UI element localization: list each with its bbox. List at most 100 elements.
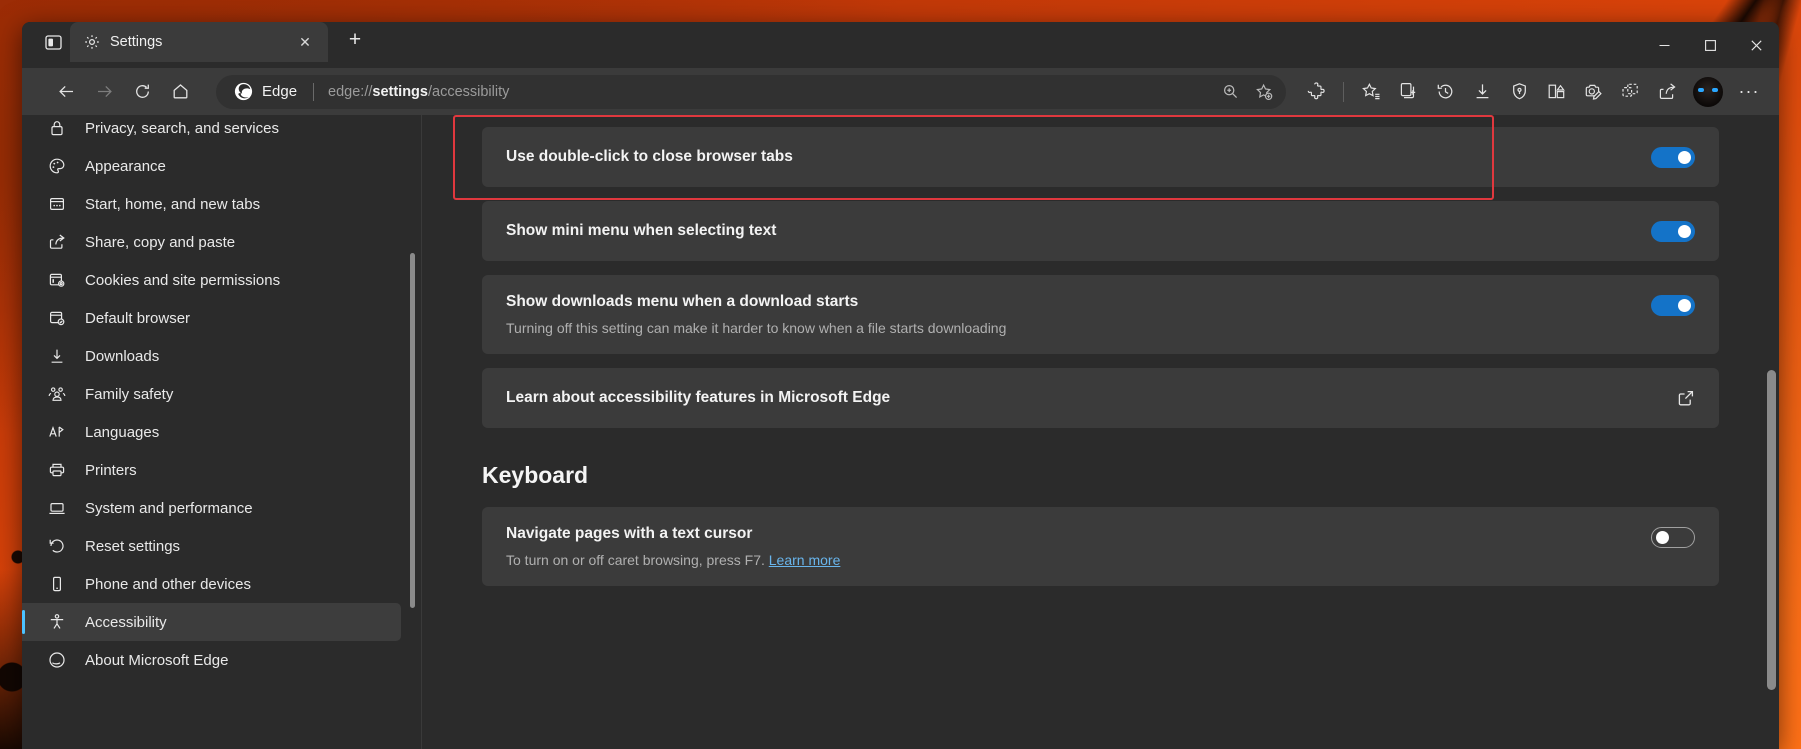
sidebar-item-label: Start, home, and new tabs	[85, 196, 260, 213]
learn-more-link[interactable]: Learn more	[769, 552, 841, 568]
settings-sidebar: Privacy, search, and services Appearance	[22, 115, 422, 749]
sidebar-item-label: Languages	[85, 424, 159, 441]
sidebar-item-label: Share, copy and paste	[85, 234, 235, 251]
sidebar-item-label: Cookies and site permissions	[85, 272, 280, 289]
browser-essentials-icon[interactable]	[1501, 74, 1537, 110]
page-scrollbar-track[interactable]	[1764, 115, 1779, 749]
browser-toolbar: Edge edge://settings/accessibility	[22, 68, 1779, 115]
reset-icon	[46, 535, 68, 557]
external-link-icon[interactable]	[1677, 389, 1695, 407]
tab-close-button[interactable]: ✕	[292, 29, 318, 55]
edge-icon	[46, 649, 68, 671]
sidebar-item-label: Printers	[85, 462, 137, 479]
tab-actions-icon[interactable]	[36, 25, 70, 59]
sidebar-item-start-home[interactable]: Start, home, and new tabs	[22, 185, 401, 223]
sidebar-item-system-performance[interactable]: System and performance	[22, 489, 401, 527]
new-tab-button[interactable]: +	[338, 23, 372, 57]
sidebar-item-family-safety[interactable]: Family safety	[22, 375, 401, 413]
link-title: Learn about accessibility features in Mi…	[506, 389, 1661, 407]
phone-icon	[46, 573, 68, 595]
setting-title: Use double-click to close browser tabs	[506, 148, 1635, 166]
setting-row-caret-browsing[interactable]: Navigate pages with a text cursor To tur…	[482, 507, 1719, 586]
sidebar-item-label: System and performance	[85, 500, 253, 517]
screenshot-icon[interactable]	[1575, 74, 1611, 110]
sidebar-item-about-edge[interactable]: About Microsoft Edge	[22, 641, 401, 679]
section-heading-keyboard: Keyboard	[482, 462, 1719, 489]
setting-description: Turning off this setting can make it har…	[506, 320, 1635, 336]
edge-icon	[234, 82, 253, 101]
tab-strip: Settings ✕ +	[22, 22, 1779, 68]
cookie-gear-icon	[46, 269, 68, 291]
sidebar-item-label: Phone and other devices	[85, 576, 251, 593]
sidebar-item-accessibility[interactable]: Accessibility	[22, 603, 401, 641]
forward-arrow-icon[interactable]	[86, 74, 122, 110]
setting-title: Show mini menu when selecting text	[506, 222, 1635, 240]
back-arrow-icon[interactable]	[48, 74, 84, 110]
sidebar-item-reset-settings[interactable]: Reset settings	[22, 527, 401, 565]
sidebar-item-printers[interactable]: Printers	[22, 451, 401, 489]
zoom-in-icon[interactable]	[1214, 76, 1246, 108]
edge-brand-badge: Edge	[234, 82, 297, 101]
copilot-icon[interactable]	[1612, 74, 1648, 110]
maximize-button[interactable]	[1687, 22, 1733, 68]
settings-content: Use double-click to close browser tabs S…	[422, 115, 1779, 749]
refresh-icon[interactable]	[124, 74, 160, 110]
url-bold: settings	[372, 84, 428, 100]
sidebar-item-label: About Microsoft Edge	[85, 652, 228, 669]
page-scrollbar-thumb[interactable]	[1767, 370, 1776, 690]
palette-icon	[46, 155, 68, 177]
share-icon[interactable]	[1649, 74, 1685, 110]
sidebar-item-label: Reset settings	[85, 538, 180, 555]
toolbar-divider	[1343, 82, 1344, 102]
accessibility-icon	[46, 611, 68, 633]
setting-description: To turn on or off caret browsing, press …	[506, 552, 1635, 568]
add-favorite-icon[interactable]	[1248, 76, 1280, 108]
sidebar-item-cookies[interactable]: Cookies and site permissions	[22, 261, 401, 299]
tab-title: Settings	[110, 34, 282, 50]
sidebar-item-share-copy-paste[interactable]: Share, copy and paste	[22, 223, 401, 261]
sidebar-item-label: Privacy, search, and services	[85, 120, 279, 137]
sidebar-item-appearance[interactable]: Appearance	[22, 147, 401, 185]
sidebar-item-downloads[interactable]: Downloads	[22, 337, 401, 375]
sidebar-item-phone-devices[interactable]: Phone and other devices	[22, 565, 401, 603]
close-window-button[interactable]	[1733, 22, 1779, 68]
browser-check-icon	[46, 307, 68, 329]
url-prefix: edge://	[328, 84, 372, 100]
minimize-button[interactable]	[1641, 22, 1687, 68]
setting-title: Show downloads menu when a download star…	[506, 293, 1635, 311]
window-dots-icon	[46, 193, 68, 215]
extensions-icon[interactable]	[1298, 74, 1334, 110]
sidebar-scrollbar[interactable]	[410, 253, 415, 608]
setting-title: Navigate pages with a text cursor	[506, 525, 1635, 543]
setting-row-downloads-menu[interactable]: Show downloads menu when a download star…	[482, 275, 1719, 354]
address-bar[interactable]: Edge edge://settings/accessibility	[216, 75, 1286, 109]
sidebar-item-default-browser[interactable]: Default browser	[22, 299, 401, 337]
favorites-icon[interactable]	[1353, 74, 1389, 110]
collections-icon[interactable]	[1390, 74, 1426, 110]
sidebar-item-label: Family safety	[85, 386, 173, 403]
toggle-downloads-menu[interactable]	[1651, 295, 1695, 316]
toggle-caret-browsing[interactable]	[1651, 527, 1695, 548]
avatar[interactable]	[1693, 77, 1723, 107]
settings-page: Privacy, search, and services Appearance	[22, 115, 1779, 749]
sidebar-item-privacy[interactable]: Privacy, search, and services	[22, 115, 401, 147]
setting-row-mini-menu[interactable]: Show mini menu when selecting text	[482, 201, 1719, 261]
setting-row-double-click-close[interactable]: Use double-click to close browser tabs	[482, 127, 1719, 187]
toggle-double-click-close[interactable]	[1651, 147, 1695, 168]
downloads-icon[interactable]	[1464, 74, 1500, 110]
history-icon[interactable]	[1427, 74, 1463, 110]
tab-settings[interactable]: Settings ✕	[70, 22, 328, 62]
toggle-mini-menu[interactable]	[1651, 221, 1695, 242]
link-row-learn-accessibility[interactable]: Learn about accessibility features in Mi…	[482, 368, 1719, 428]
home-icon[interactable]	[162, 74, 198, 110]
lock-icon	[46, 117, 68, 139]
sidebar-item-languages[interactable]: Languages	[22, 413, 401, 451]
sidebar-item-label: Accessibility	[85, 614, 167, 631]
settings-and-more-button[interactable]: ···	[1731, 74, 1767, 110]
toolbar-actions: ···	[1298, 74, 1767, 110]
gear-icon	[84, 34, 100, 50]
split-screen-icon[interactable]	[1538, 74, 1574, 110]
translate-icon	[46, 421, 68, 443]
omnibox-actions	[1214, 76, 1280, 108]
download-arrow-icon	[46, 345, 68, 367]
